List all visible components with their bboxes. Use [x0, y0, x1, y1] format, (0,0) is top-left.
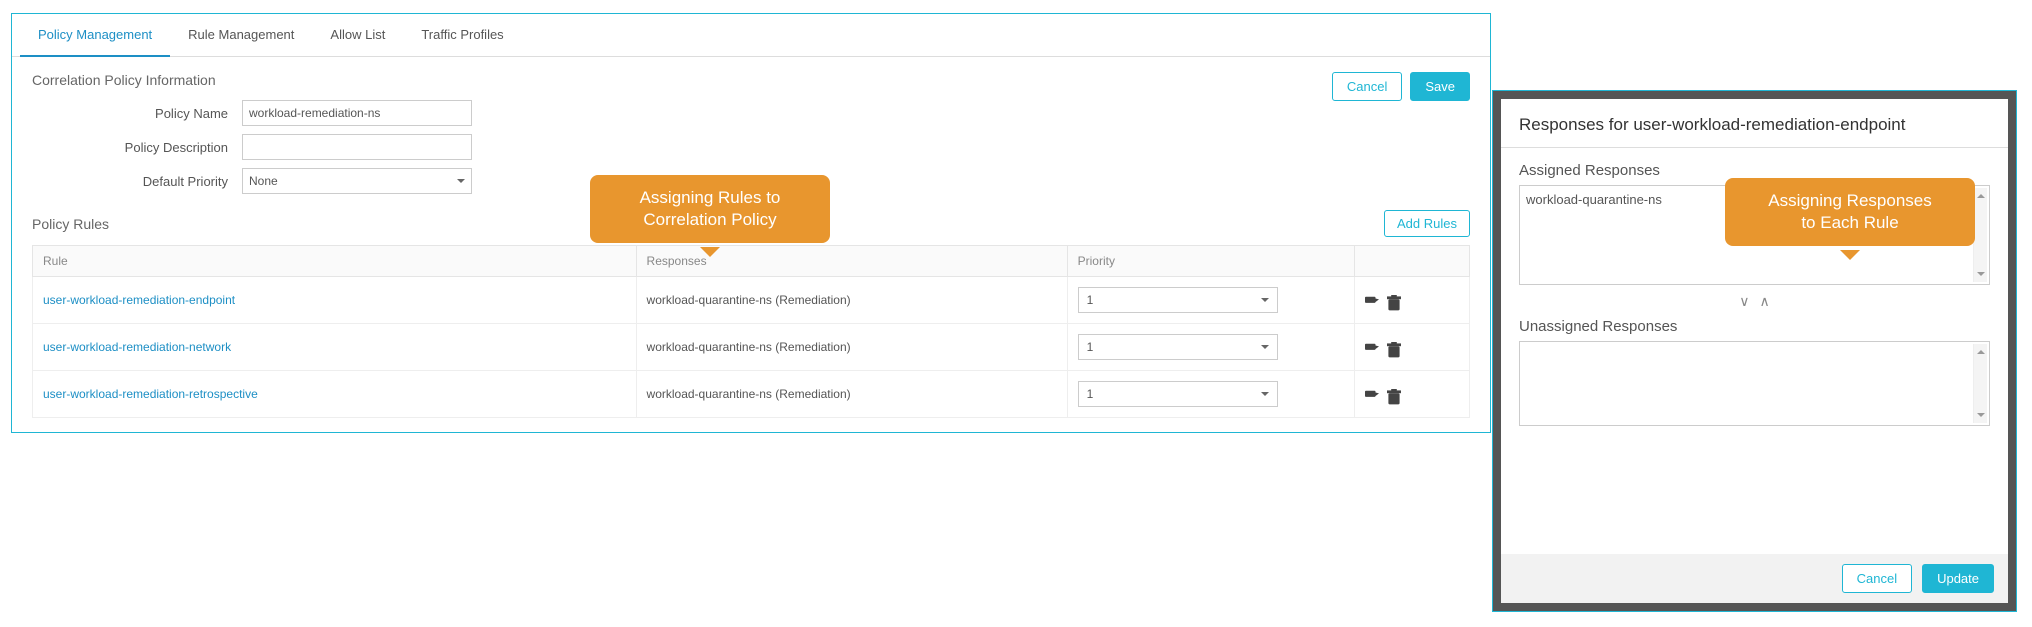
priority-value: 1 [1087, 387, 1094, 401]
default-priority-select[interactable]: None [242, 168, 472, 194]
policy-name-row: Policy Name [32, 100, 1470, 126]
scrollbar[interactable] [1973, 344, 1987, 423]
callout-assign-rules: Assigning Rules to Correlation Policy [590, 175, 830, 243]
responses-dialog: Responses for user-workload-remediation-… [1492, 90, 2017, 612]
responses-icon[interactable] [1365, 389, 1379, 399]
row-actions [1365, 295, 1459, 305]
row-actions [1365, 342, 1459, 352]
priority-select[interactable]: 1 [1078, 334, 1278, 360]
priority-select[interactable]: 1 [1078, 287, 1278, 313]
policy-desc-label: Policy Description [32, 140, 242, 155]
delete-icon[interactable] [1387, 389, 1401, 399]
unassigned-responses-title: Unassigned Responses [1519, 318, 1990, 335]
priority-value: 1 [1087, 340, 1094, 354]
chevron-down-icon [457, 179, 465, 183]
top-actions: Cancel Save [1332, 72, 1470, 101]
delete-icon[interactable] [1387, 342, 1401, 352]
table-row: user-workload-remediation-network workloa… [33, 324, 1470, 371]
cancel-button[interactable]: Cancel [1332, 72, 1402, 101]
policy-desc-row: Policy Description [32, 134, 1470, 160]
unassigned-responses-list[interactable] [1519, 341, 1990, 426]
col-actions [1355, 246, 1470, 277]
tab-rule-management[interactable]: Rule Management [170, 14, 312, 56]
chevron-down-icon [1261, 345, 1269, 349]
scrollbar[interactable] [1973, 188, 1987, 282]
assigned-responses-title: Assigned Responses [1519, 162, 1990, 179]
callout-line: Assigning Rules to [610, 187, 810, 209]
row-actions [1365, 389, 1459, 399]
policy-desc-input[interactable] [242, 134, 472, 160]
tab-policy-management[interactable]: Policy Management [20, 14, 170, 57]
tab-traffic-profiles[interactable]: Traffic Profiles [403, 14, 521, 56]
callout-line: to Each Rule [1745, 212, 1955, 234]
save-button[interactable]: Save [1410, 72, 1470, 101]
content: Correlation Policy Information Policy Na… [12, 57, 1490, 433]
priority-value: 1 [1087, 293, 1094, 307]
callout-assign-responses: Assigning Responses to Each Rule [1725, 178, 1975, 246]
move-down-icon[interactable]: ∨ [1739, 293, 1749, 309]
move-controls: ∨ ∧ [1519, 285, 1990, 318]
priority-select[interactable]: 1 [1078, 381, 1278, 407]
chevron-down-icon [1261, 298, 1269, 302]
responses-icon[interactable] [1365, 295, 1379, 305]
rule-link[interactable]: user-workload-remediation-network [43, 340, 231, 354]
policy-name-label: Policy Name [32, 106, 242, 121]
tab-bar: Policy Management Rule Management Allow … [12, 14, 1490, 57]
rule-link[interactable]: user-workload-remediation-endpoint [43, 293, 235, 307]
rule-link[interactable]: user-workload-remediation-retrospective [43, 387, 258, 401]
cancel-button[interactable]: Cancel [1842, 564, 1912, 593]
table-row: user-workload-remediation-endpoint worklo… [33, 277, 1470, 324]
add-rules-button[interactable]: Add Rules [1384, 210, 1470, 237]
responses-cell: workload-quarantine-ns (Remediation) [636, 324, 1067, 371]
col-priority: Priority [1067, 246, 1354, 277]
default-priority-value: None [249, 174, 278, 188]
default-priority-label: Default Priority [32, 174, 242, 189]
rules-table: Rule Responses Priority user-workload-re… [32, 245, 1470, 418]
responses-footer: Cancel Update [1501, 554, 2008, 603]
responses-icon[interactable] [1365, 342, 1379, 352]
col-rule: Rule [33, 246, 637, 277]
policy-rules-title: Policy Rules [32, 216, 109, 232]
callout-line: Assigning Responses [1745, 190, 1955, 212]
responses-cell: workload-quarantine-ns (Remediation) [636, 277, 1067, 324]
chevron-down-icon [1261, 392, 1269, 396]
policy-name-input[interactable] [242, 100, 472, 126]
table-row: user-workload-remediation-retrospective w… [33, 371, 1470, 418]
tab-allow-list[interactable]: Allow List [312, 14, 403, 56]
responses-dialog-inner: Responses for user-workload-remediation-… [1493, 91, 2016, 611]
policy-info-title: Correlation Policy Information [32, 72, 1470, 88]
responses-cell: workload-quarantine-ns (Remediation) [636, 371, 1067, 418]
update-button[interactable]: Update [1922, 564, 1994, 593]
responses-dialog-title: Responses for user-workload-remediation-… [1501, 99, 2008, 148]
delete-icon[interactable] [1387, 295, 1401, 305]
callout-line: Correlation Policy [610, 209, 810, 231]
move-up-icon[interactable]: ∧ [1759, 293, 1769, 309]
